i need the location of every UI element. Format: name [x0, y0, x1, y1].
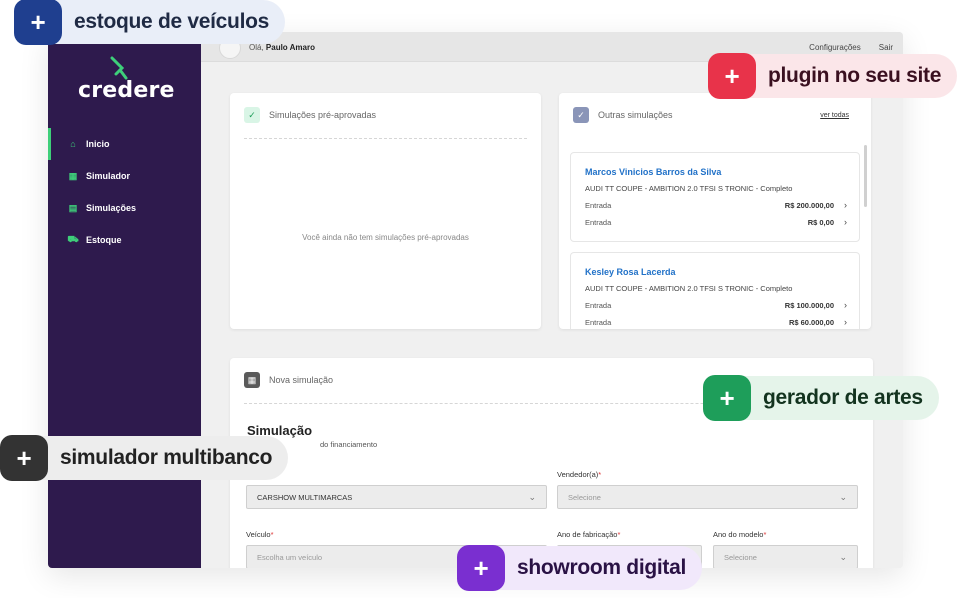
- calculator-icon: ▦: [244, 372, 260, 388]
- badge-label: estoque de veículos: [74, 10, 270, 33]
- plus-icon: +: [14, 0, 62, 45]
- scrollbar[interactable]: [864, 145, 867, 207]
- required-mark: *: [270, 530, 274, 539]
- settings-link[interactable]: Configurações: [809, 43, 861, 52]
- plus-icon: +: [703, 375, 751, 421]
- simulation-row[interactable]: Entrada R$ 60.000,00 ›: [585, 317, 847, 327]
- badge-label: plugin no seu site: [768, 64, 942, 87]
- simulation-row[interactable]: Entrada R$ 200.000,00 ›: [585, 200, 847, 210]
- section-subtitle: do financiamento: [320, 440, 378, 449]
- row-value: R$ 0,00: [807, 217, 834, 227]
- row-label: Entrada: [585, 300, 612, 310]
- other-simulations-card: ✓ Outras simulações ver todas Marcos Vin…: [559, 93, 871, 329]
- empty-state-text: Você ainda não tem simulações pré-aprova…: [302, 233, 469, 242]
- plus-icon: +: [457, 545, 505, 591]
- required-mark: *: [617, 530, 621, 539]
- preapproved-card: ✓ Simulações pré-aprovadas Você ainda nã…: [230, 93, 541, 329]
- chevron-right-icon[interactable]: ›: [844, 317, 847, 327]
- row-value: R$ 200.000,00: [784, 200, 834, 210]
- new-simulation-header-label: Nova simulação: [269, 375, 334, 385]
- sidebar-nav: ⌂ Inicio ▦ Simulador ▤ Simulações ⛟ Esto…: [48, 128, 201, 256]
- credere-logo[interactable]: credere: [78, 78, 175, 103]
- other-simulations-title: Outras simulações: [598, 110, 673, 120]
- sidebar-item-estoque[interactable]: ⛟ Estoque: [48, 224, 201, 256]
- badge-label: showroom digital: [517, 556, 687, 579]
- chevron-down-icon: ⌄: [528, 492, 536, 502]
- logout-link[interactable]: Sair: [879, 43, 893, 52]
- badge-label: simulador multibanco: [60, 446, 273, 469]
- simulation-row[interactable]: Entrada R$ 100.000,00 ›: [585, 300, 847, 310]
- preapproved-title: Simulações pré-aprovadas: [269, 110, 377, 120]
- chevron-right-icon[interactable]: ›: [844, 217, 847, 227]
- sidebar-item-label: Simulações: [86, 203, 137, 213]
- home-icon: ⌂: [70, 139, 76, 149]
- sidebar-item-simulador[interactable]: ▦ Simulador: [48, 160, 201, 192]
- seller-label: Vendedor(a)*: [557, 470, 601, 479]
- chevron-down-icon: ⌄: [839, 552, 847, 562]
- sidebar-item-label: Estoque: [86, 235, 122, 245]
- label-text: Veículo: [246, 530, 271, 539]
- year-model-label: Ano do modelo*: [713, 530, 766, 539]
- chevron-right-icon[interactable]: ›: [844, 300, 847, 310]
- plus-icon: +: [0, 435, 48, 481]
- row-label: Entrada: [585, 317, 612, 327]
- sidebar-item-label: Inicio: [86, 139, 110, 149]
- required-mark: *: [763, 530, 767, 539]
- seller-select[interactable]: Selecione ⌄: [557, 485, 858, 509]
- row-label: Entrada: [585, 217, 612, 227]
- check-icon: ✓: [244, 107, 260, 123]
- sidebar: credere ⌂ Inicio ▦ Simulador ▤ Simulaçõe…: [48, 32, 201, 568]
- app-window: credere ⌂ Inicio ▦ Simulador ▤ Simulaçõe…: [48, 32, 903, 568]
- label-text: Ano do modelo: [713, 530, 764, 539]
- required-mark: *: [598, 470, 602, 479]
- user-name: Paulo Amaro: [265, 43, 315, 52]
- list-icon: ▤: [68, 202, 78, 213]
- main-content: ✓ Simulações pré-aprovadas Você ainda nã…: [201, 62, 903, 568]
- divider: [244, 138, 527, 139]
- chevron-down-icon: ⌄: [839, 492, 847, 502]
- vehicle-label: Veículo*: [246, 530, 274, 539]
- sidebar-item-label: Simulador: [86, 171, 131, 181]
- vehicle-text: AUDI TT COUPE - AMBITION 2.0 TFSI S TRON…: [585, 284, 793, 293]
- row-value: R$ 60.000,00: [788, 317, 834, 327]
- plus-icon: +: [708, 53, 756, 99]
- year-model-select[interactable]: Selecione ⌄: [713, 545, 858, 568]
- label-text: Vendedor(a): [557, 470, 599, 479]
- simulation-item[interactable]: Marcos Vinicios Barros da Silva AUDI TT …: [570, 152, 860, 242]
- badge-simulator[interactable]: + simulador multibanco: [0, 435, 289, 481]
- greeting: Olá, Paulo Amaro: [249, 43, 315, 52]
- badge-art[interactable]: + gerador de artes: [703, 375, 939, 421]
- row-label: Entrada: [585, 200, 612, 210]
- year-fab-label: Ano de fabricação*: [557, 530, 620, 539]
- badge-label: gerador de artes: [763, 386, 923, 409]
- badge-stock[interactable]: + estoque de veículos: [14, 0, 286, 45]
- row-value: R$ 100.000,00: [784, 300, 834, 310]
- simulation-item[interactable]: Kesley Rosa Lacerda AUDI TT COUPE - AMBI…: [570, 252, 860, 329]
- client-name[interactable]: Marcos Vinicios Barros da Silva: [585, 167, 721, 177]
- car-icon: ⛟: [67, 234, 79, 244]
- new-simulation-header: ▦ Nova simulação: [244, 372, 333, 388]
- client-name[interactable]: Kesley Rosa Lacerda: [585, 267, 676, 277]
- store-select-value: CARSHOW MULTIMARCAS: [257, 492, 353, 502]
- label-text: Ano de fabricação: [557, 530, 618, 539]
- calculator-icon: ▦: [68, 170, 78, 181]
- sidebar-item-inicio[interactable]: ⌂ Inicio: [48, 128, 201, 160]
- chevron-right-icon[interactable]: ›: [844, 200, 847, 210]
- greeting-prefix: Olá,: [249, 43, 264, 52]
- vehicle-text: AUDI TT COUPE - AMBITION 2.0 TFSI S TRON…: [585, 184, 793, 193]
- preapproved-header: ✓ Simulações pré-aprovadas: [244, 107, 376, 123]
- sidebar-item-simulacoes[interactable]: ▤ Simulações: [48, 192, 201, 224]
- other-simulations-header: ✓ Outras simulações: [573, 107, 673, 123]
- simulation-row[interactable]: Entrada R$ 0,00 ›: [585, 217, 847, 227]
- year-model-select-value: Selecione: [724, 552, 757, 562]
- badge-showroom[interactable]: + showroom digital: [457, 545, 703, 591]
- badge-plugin[interactable]: + plugin no seu site: [708, 53, 958, 99]
- see-all-link[interactable]: ver todas: [820, 112, 849, 119]
- vehicle-input-placeholder: Escolha um veículo: [257, 552, 323, 562]
- checklist-icon: ✓: [573, 107, 589, 123]
- top-nav: Configurações Sair: [809, 43, 893, 52]
- seller-select-value: Selecione: [568, 492, 601, 502]
- store-select[interactable]: CARSHOW MULTIMARCAS ⌄: [246, 485, 547, 509]
